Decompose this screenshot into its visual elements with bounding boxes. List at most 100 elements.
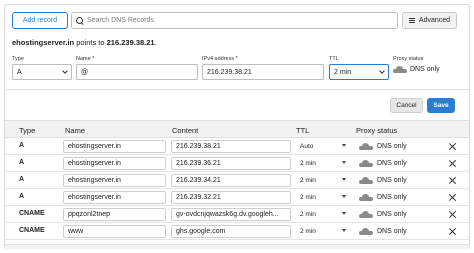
ipv4-value: 216.239.38.21 — [207, 68, 252, 76]
header-type: Type — [19, 126, 36, 135]
row-ttl[interactable]: 2 min — [300, 177, 316, 184]
chevron-down-icon[interactable] — [342, 229, 346, 232]
row-content[interactable]: 216.239.38.21 — [171, 140, 291, 153]
table-row[interactable]: A ehostingserver.in 216.239.32.21 2 min … — [5, 189, 469, 206]
row-proxy[interactable]: DNS only — [359, 211, 407, 218]
row-type: A — [19, 193, 25, 200]
points-to-suffix: . — [154, 38, 157, 47]
ttl-value: 2 min — [334, 68, 352, 76]
row-ttl[interactable]: 2 min — [300, 228, 316, 235]
close-icon[interactable] — [448, 176, 456, 184]
chevron-down-icon — [62, 68, 68, 74]
proxy-status-value: DNS only — [410, 66, 440, 73]
type-value: A — [17, 68, 22, 76]
row-name[interactable]: ehostingserver.in — [63, 140, 166, 153]
row-ttl[interactable]: 2 min — [300, 160, 316, 167]
table-header: Type Name Content TTL Proxy status — [5, 120, 469, 138]
row-name[interactable]: ppqzonl2tnep — [63, 208, 166, 221]
row-ttl[interactable]: 2 min — [300, 194, 316, 201]
table-row[interactable]: CNAME ppqzonl2tnep gv-ovdcnjqwazsk6g.dv.… — [5, 206, 469, 223]
row-name[interactable]: ehostingserver.in — [63, 157, 166, 170]
row-type: CNAME — [19, 227, 45, 234]
chevron-down-icon[interactable] — [342, 212, 346, 215]
row-proxy[interactable]: DNS only — [359, 228, 407, 235]
ipv4-label: IPv4 address * — [202, 56, 238, 62]
search-icon — [76, 16, 84, 25]
chevron-down-icon[interactable] — [342, 178, 346, 181]
chevron-down-icon[interactable] — [342, 195, 346, 198]
type-label: Type — [12, 56, 24, 62]
add-record-button[interactable]: Add record — [12, 12, 68, 29]
row-name[interactable]: ehostingserver.in — [63, 174, 166, 187]
points-to-ip: 216.239.38.21 — [106, 38, 155, 47]
chevron-down-icon — [379, 68, 385, 74]
row-type: A — [19, 176, 25, 183]
points-to-text: ehostingserver.in points to 216.239.38.2… — [12, 38, 157, 47]
header-proxy-status: Proxy status — [356, 126, 398, 135]
ttl-select[interactable]: 2 min — [329, 64, 389, 80]
close-icon[interactable] — [448, 227, 456, 235]
row-proxy-label: DNS only — [377, 228, 407, 235]
points-to-domain: ehostingserver.in — [12, 38, 75, 47]
row-content[interactable]: 216.239.32.21 — [171, 191, 291, 204]
cloud-icon — [359, 211, 373, 218]
row-proxy[interactable]: DNS only — [359, 160, 407, 167]
row-proxy[interactable]: DNS only — [359, 194, 407, 201]
form-divider — [5, 89, 469, 90]
row-proxy-label: DNS only — [377, 194, 407, 201]
header-content: Content — [172, 126, 199, 135]
row-type: A — [19, 159, 25, 166]
cloud-icon — [393, 66, 407, 73]
close-icon[interactable] — [448, 210, 456, 218]
table-row[interactable]: A ehostingserver.in 216.239.36.21 2 min … — [5, 155, 469, 172]
row-proxy-label: DNS only — [377, 177, 407, 184]
advanced-filter-icon — [408, 17, 415, 24]
table-footer — [5, 244, 469, 249]
row-ttl[interactable]: 2 min — [300, 211, 316, 218]
advanced-button[interactable]: Advanced — [402, 12, 457, 29]
chevron-down-icon[interactable] — [342, 161, 346, 164]
row-content[interactable]: ghs.google.com — [171, 225, 291, 238]
row-type: A — [19, 142, 25, 149]
header-ttl: TTL — [296, 126, 310, 135]
row-proxy-label: DNS only — [377, 143, 407, 150]
name-label: Name * — [76, 56, 95, 62]
table-row[interactable]: A ehostingserver.in 216.239.38.21 Auto D… — [5, 138, 469, 155]
close-icon[interactable] — [448, 159, 456, 167]
cloud-icon — [359, 177, 373, 184]
row-type: CNAME — [19, 210, 45, 217]
table-row[interactable]: A ehostingserver.in 216.239.34.21 2 min … — [5, 172, 469, 189]
name-field[interactable]: @ — [76, 64, 198, 80]
save-button[interactable]: Save — [427, 98, 455, 113]
name-value: @ — [81, 68, 89, 76]
cloud-icon — [359, 228, 373, 235]
type-select[interactable]: A — [12, 64, 72, 80]
advanced-label: Advanced — [418, 17, 451, 24]
search-placeholder: Search DNS Records — [87, 17, 154, 24]
chevron-down-icon[interactable] — [342, 144, 346, 147]
row-proxy-label: DNS only — [377, 160, 407, 167]
row-ttl[interactable]: Auto — [300, 143, 313, 150]
row-name[interactable]: ehostingserver.in — [63, 191, 166, 204]
row-name[interactable]: www — [63, 225, 166, 238]
cloud-icon — [359, 160, 373, 167]
proxy-status-toggle[interactable]: DNS only — [393, 66, 440, 73]
header-name: Name — [65, 126, 86, 135]
points-to-middle: points to — [74, 38, 107, 47]
row-proxy-label: DNS only — [377, 211, 407, 218]
search-input[interactable]: Search DNS Records — [71, 12, 398, 29]
ttl-label: TTL — [329, 56, 339, 62]
cancel-button[interactable]: Cancel — [390, 98, 423, 113]
row-proxy[interactable]: DNS only — [359, 177, 407, 184]
cloud-icon — [359, 194, 373, 201]
row-content[interactable]: 216.239.34.21 — [171, 174, 291, 187]
row-proxy[interactable]: DNS only — [359, 143, 407, 150]
ipv4-field[interactable]: 216.239.38.21 — [202, 64, 324, 80]
close-icon[interactable] — [448, 193, 456, 201]
close-icon[interactable] — [448, 142, 456, 150]
proxy-status-label: Proxy status — [393, 56, 424, 62]
cloud-icon — [359, 143, 373, 150]
row-content[interactable]: 216.239.36.21 — [171, 157, 291, 170]
table-row[interactable]: CNAME www ghs.google.com 2 min DNS only — [5, 223, 469, 240]
row-content[interactable]: gv-ovdcnjqwazsk6g.dv.googleh... — [171, 208, 291, 221]
